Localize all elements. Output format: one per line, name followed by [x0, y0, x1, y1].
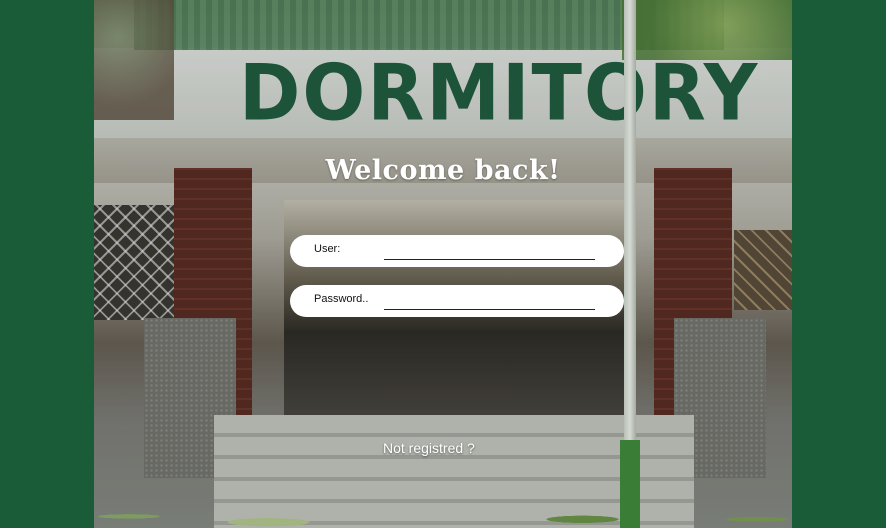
welcome-title: Welcome back!	[325, 155, 561, 186]
password-field[interactable]: Password..	[290, 285, 624, 317]
password-label: Password..	[314, 293, 369, 305]
register-link[interactable]: Not registred ?	[383, 440, 475, 456]
user-field[interactable]: User:	[290, 235, 624, 267]
user-label: User:	[314, 243, 341, 255]
user-input[interactable]	[384, 242, 595, 260]
password-input[interactable]	[384, 292, 595, 310]
